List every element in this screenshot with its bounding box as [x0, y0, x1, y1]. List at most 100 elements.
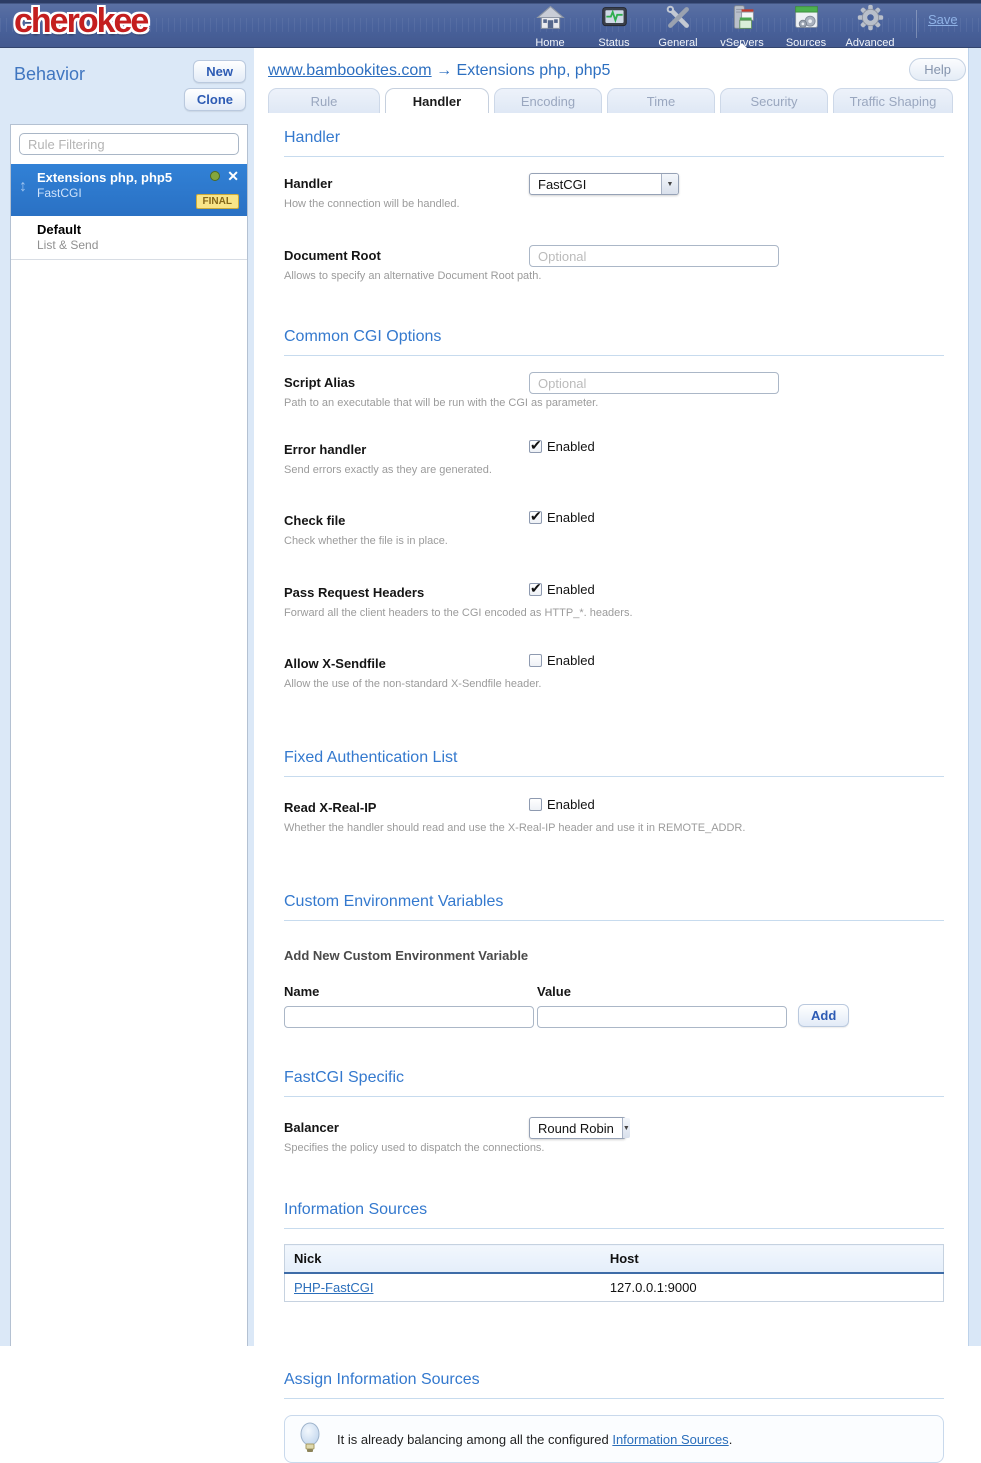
tab-encoding[interactable]: Encoding [494, 88, 602, 113]
main-nav: Home Status General [518, 3, 902, 48]
field-check-file: Check file Enabled Check whether the fil… [284, 513, 944, 547]
general-icon [664, 3, 693, 37]
nav-separator [916, 10, 917, 38]
lightbulb-icon [297, 1422, 323, 1456]
field-handler: Handler FastCGI ▼ How the connection wil… [284, 176, 944, 210]
field-description: Forward all the client headers to the CG… [284, 607, 944, 619]
allow-x-sendfile-checkbox[interactable]: Enabled [529, 653, 595, 668]
breadcrumb-arrow: → [436, 62, 452, 79]
checkbox-icon[interactable] [529, 654, 542, 667]
clone-rule-button[interactable]: Clone [184, 88, 246, 111]
tab-traffic-shaping[interactable]: Traffic Shaping [833, 88, 953, 113]
cherokee-logo: cherokee [14, 2, 147, 41]
nav-vservers[interactable]: vServers [710, 3, 774, 48]
new-rule-button[interactable]: New [193, 60, 246, 83]
nav-advanced[interactable]: Advanced [838, 3, 902, 48]
table-row: PHP-FastCGI 127.0.0.1:9000 [285, 1273, 944, 1302]
env-value-label: Value [537, 984, 787, 999]
nav-home[interactable]: Home [518, 3, 582, 48]
tab-handler[interactable]: Handler [385, 88, 489, 113]
drag-handle-icon[interactable]: ↕ [19, 178, 27, 196]
section-title-custom-env: Custom Environment Variables [284, 893, 944, 911]
tab-bar: Rule Handler Encoding Time Security Traf… [254, 88, 968, 113]
field-pass-request-headers: Pass Request Headers Enabled Forward all… [284, 585, 944, 619]
breadcrumb: www.bambookites.com → Extensions php, ph… [268, 62, 610, 79]
field-label: Pass Request Headers [284, 585, 944, 600]
checkbox-icon[interactable] [529, 583, 542, 596]
env-name-input[interactable] [284, 1006, 534, 1028]
information-sources-link[interactable]: Information Sources [612, 1432, 728, 1447]
tab-security[interactable]: Security [720, 88, 828, 113]
field-description: Allows to specify an alternative Documen… [284, 270, 944, 282]
page-right-gutter [968, 48, 981, 1346]
section-divider [284, 776, 944, 777]
field-description: Path to an executable that will be run w… [284, 397, 944, 409]
rules-panel: ↕ Extensions php, php5 FastCGI ✕ FINAL D… [10, 124, 248, 1346]
breadcrumb-rule: Extensions php, php5 [457, 62, 611, 79]
nav-sources[interactable]: Sources [774, 3, 838, 48]
source-nick-link[interactable]: PHP-FastCGI [294, 1280, 373, 1295]
read-x-real-ip-checkbox[interactable]: Enabled [529, 797, 595, 812]
field-label: Read X-Real-IP [284, 800, 944, 815]
section-title-fastcgi-specific: FastCGI Specific [284, 1069, 944, 1087]
rule-item-default[interactable]: Default List & Send [11, 216, 247, 260]
nav-general[interactable]: General [646, 3, 710, 48]
behavior-sidebar: Behavior New Clone ↕ Extensions php, php… [0, 48, 254, 1346]
close-icon[interactable]: ✕ [227, 171, 239, 181]
document-root-input[interactable] [529, 245, 779, 267]
help-button[interactable]: Help [909, 58, 966, 81]
nav-status[interactable]: Status [582, 3, 646, 48]
error-handler-checkbox[interactable]: Enabled [529, 439, 595, 454]
pass-request-headers-checkbox[interactable]: Enabled [529, 582, 595, 597]
rule-item-extensions-php[interactable]: ↕ Extensions php, php5 FastCGI ✕ FINAL [11, 164, 247, 216]
section-title-information-sources: Information Sources [284, 1201, 944, 1219]
checkbox-icon[interactable] [529, 511, 542, 524]
top-navigation-bar: cherokee Home Status [0, 0, 981, 48]
tab-time[interactable]: Time [607, 88, 715, 113]
rule-name: Extensions php, php5 [37, 170, 239, 185]
information-sources-table: Nick Host PHP-FastCGI 127.0.0.1:9000 [284, 1244, 944, 1302]
field-error-handler: Error handler Enabled Send errors exactl… [284, 442, 944, 476]
main-content: www.bambookites.com → Extensions php, ph… [254, 48, 968, 1346]
section-title-assign-sources: Assign Information Sources [284, 1371, 944, 1389]
field-script-alias: Script Alias Path to an executable that … [284, 375, 944, 409]
section-divider [284, 1228, 944, 1229]
advanced-icon [856, 3, 885, 37]
tab-rule[interactable]: Rule [268, 88, 380, 113]
balancer-select[interactable]: Round Robin ▼ [529, 1117, 626, 1139]
final-badge: FINAL [196, 194, 239, 209]
section-divider [284, 1398, 944, 1399]
field-description: Check whether the file is in place. [284, 535, 944, 547]
field-allow-x-sendfile: Allow X-Sendfile Enabled Allow the use o… [284, 656, 944, 690]
add-env-var-form: Name Value Add [284, 984, 944, 1028]
field-read-x-real-ip: Read X-Real-IP Enabled Whether the handl… [284, 800, 944, 834]
section-divider [284, 1096, 944, 1097]
check-file-checkbox[interactable]: Enabled [529, 510, 595, 525]
save-link[interactable]: Save [928, 12, 958, 27]
env-value-input[interactable] [537, 1006, 787, 1028]
handler-select[interactable]: FastCGI ▼ [529, 173, 679, 195]
rule-filter-input[interactable] [19, 133, 239, 155]
breadcrumb-vserver-link[interactable]: www.bambookites.com [268, 62, 432, 79]
field-description: Specifies the policy used to dispatch th… [284, 1142, 944, 1154]
add-env-var-heading: Add New Custom Environment Variable [284, 948, 944, 963]
add-env-var-button[interactable]: Add [798, 1004, 849, 1027]
note-text: It is already balancing among all the co… [337, 1432, 732, 1447]
nav-sources-label: Sources [786, 37, 826, 49]
section-title-handler: Handler [284, 129, 944, 147]
field-description: Allow the use of the non-standard X-Send… [284, 678, 944, 690]
status-dot-icon [210, 171, 220, 181]
column-header-host: Host [601, 1245, 944, 1274]
active-section-caret [736, 43, 748, 49]
script-alias-input[interactable] [529, 372, 779, 394]
home-icon [536, 3, 565, 37]
sources-icon [792, 3, 821, 37]
section-title-fixed-auth: Fixed Authentication List [284, 749, 944, 767]
section-divider [284, 920, 944, 921]
column-header-nick: Nick [285, 1245, 601, 1274]
checkbox-icon[interactable] [529, 798, 542, 811]
field-document-root: Document Root Allows to specify an alter… [284, 248, 944, 282]
chevron-down-icon: ▼ [622, 1118, 630, 1138]
checkbox-icon[interactable] [529, 440, 542, 453]
status-icon [600, 3, 629, 37]
